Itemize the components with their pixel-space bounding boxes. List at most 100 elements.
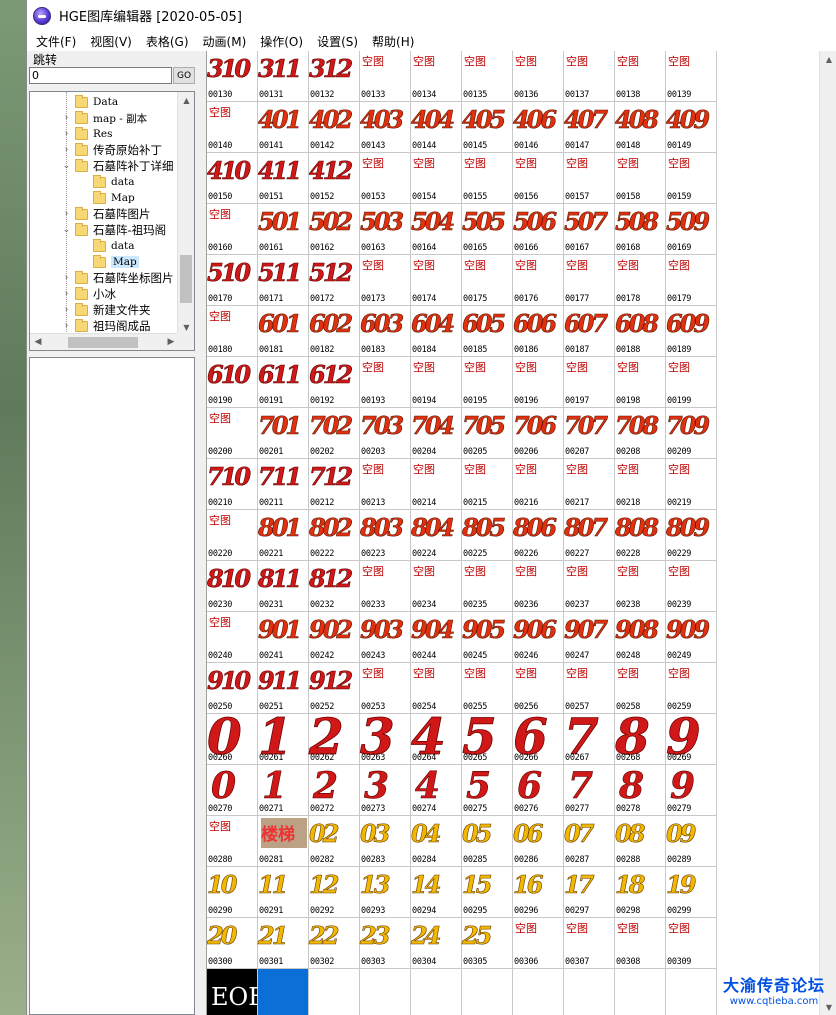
chevron-right-icon[interactable]: › <box>62 145 71 155</box>
grid-cell[interactable]: 807 00227 <box>564 510 615 561</box>
grid-cell[interactable]: 空图 00238 <box>615 561 666 612</box>
grid-cell[interactable]: 602 00182 <box>309 306 360 357</box>
tree-item[interactable]: ⌄ 石墓阵补丁详细 <box>62 158 174 174</box>
grid-cell[interactable]: 17 00297 <box>564 867 615 918</box>
grid-cell[interactable]: 空图 00177 <box>564 255 615 306</box>
grid-cell[interactable]: 512 00172 <box>309 255 360 306</box>
grid-cell[interactable]: 空图 00236 <box>513 561 564 612</box>
grid-cell[interactable]: 6 00276 <box>513 765 564 816</box>
grid-cell[interactable]: 空图 00193 <box>360 357 411 408</box>
grid-cell[interactable]: 805 00225 <box>462 510 513 561</box>
grid-cell[interactable]: 14 00294 <box>411 867 462 918</box>
grid-cell[interactable]: EOF <box>207 969 265 1015</box>
tree-item[interactable]: Data <box>62 94 118 110</box>
grid-cell[interactable]: 4 00274 <box>411 765 462 816</box>
grid-cell[interactable]: 20 00300 <box>207 918 258 969</box>
grid-cell[interactable] <box>564 969 615 1015</box>
grid-cell[interactable]: 03 00283 <box>360 816 411 867</box>
grid-cell[interactable]: 907 00247 <box>564 612 615 663</box>
grid-cell[interactable]: 空图 00237 <box>564 561 615 612</box>
grid-cell[interactable]: 空图 00240 <box>207 612 258 663</box>
grid-cell[interactable]: 空图 00214 <box>411 459 462 510</box>
grid-cell[interactable]: 02 00282 <box>309 816 360 867</box>
grid-cell[interactable]: 12 00292 <box>309 867 360 918</box>
scroll-left-icon[interactable]: ◀ <box>30 334 46 350</box>
grid-scroll-up-icon[interactable]: ▲ <box>820 51 836 67</box>
grid-cell[interactable]: 空图 00160 <box>207 204 258 255</box>
grid-cell[interactable]: 空图 00180 <box>207 306 258 357</box>
grid-cell[interactable]: 15 00295 <box>462 867 513 918</box>
grid-cell[interactable]: 412 00152 <box>309 153 360 204</box>
chevron-right-icon[interactable]: › <box>62 129 71 139</box>
grid-cell[interactable]: 空图 00307 <box>564 918 615 969</box>
grid-cell[interactable]: 空图 00135 <box>462 51 513 102</box>
grid-cell[interactable]: 空图 00139 <box>666 51 717 102</box>
grid-cell[interactable]: 空图 00219 <box>666 459 717 510</box>
grid-cell[interactable]: 808 00228 <box>615 510 666 561</box>
grid-cell[interactable]: 312 00132 <box>309 51 360 102</box>
grid-cell[interactable]: 702 00202 <box>309 408 360 459</box>
grid-cell[interactable]: 503 00163 <box>360 204 411 255</box>
menu-animation[interactable]: 动画(M) <box>196 33 254 50</box>
grid-cell[interactable]: 2 00272 <box>309 765 360 816</box>
grid-cell[interactable]: 空图 00153 <box>360 153 411 204</box>
grid-cell[interactable] <box>360 969 411 1015</box>
tree-item[interactable]: data <box>80 174 134 190</box>
grid-cell[interactable]: 906 00246 <box>513 612 564 663</box>
grid-cell[interactable]: 3 00273 <box>360 765 411 816</box>
grid-cell[interactable]: 空图 00136 <box>513 51 564 102</box>
grid-cell[interactable]: 空图 00176 <box>513 255 564 306</box>
grid-cell[interactable]: 空图 00235 <box>462 561 513 612</box>
grid-cell[interactable]: 空图 00137 <box>564 51 615 102</box>
grid-cell[interactable]: 空图 00154 <box>411 153 462 204</box>
tree-item[interactable]: › 传奇原始补丁 <box>62 142 162 158</box>
grid-cell[interactable]: 5 00265 <box>462 711 513 765</box>
grid-cell[interactable]: 712 00212 <box>309 459 360 510</box>
grid-cell[interactable]: 21 00301 <box>258 918 309 969</box>
grid-cell[interactable]: 空图 00233 <box>360 561 411 612</box>
grid-cell[interactable]: 7 00277 <box>564 765 615 816</box>
grid-cell[interactable]: 22 00302 <box>309 918 360 969</box>
menu-operation[interactable]: 操作(O) <box>253 33 310 50</box>
chevron-down-icon[interactable]: ⌄ <box>62 225 71 235</box>
grid-cell[interactable]: 401 00141 <box>258 102 309 153</box>
grid-cell[interactable]: 408 00148 <box>615 102 666 153</box>
grid-cell[interactable]: 705 00205 <box>462 408 513 459</box>
tree-item[interactable]: › 石墓阵图片 <box>62 206 151 222</box>
grid-cell[interactable]: 05 00285 <box>462 816 513 867</box>
go-button[interactable]: GO <box>173 67 195 84</box>
grid-cell[interactable]: 901 00241 <box>258 612 309 663</box>
grid-cell[interactable]: 空图 00174 <box>411 255 462 306</box>
grid-cell[interactable]: 908 00248 <box>615 612 666 663</box>
grid-cell[interactable]: 612 00192 <box>309 357 360 408</box>
grid-cell[interactable]: 902 00242 <box>309 612 360 663</box>
grid-cell[interactable]: 9 00279 <box>666 765 717 816</box>
grid-cell[interactable]: 18 00298 <box>615 867 666 918</box>
grid-cell[interactable]: 909 00249 <box>666 612 717 663</box>
grid-cell[interactable] <box>411 969 462 1015</box>
tree-item[interactable]: data <box>80 238 134 254</box>
grid-cell[interactable]: 509 00169 <box>666 204 717 255</box>
grid-cell[interactable]: 19 00299 <box>666 867 717 918</box>
grid-cell[interactable]: 402 00142 <box>309 102 360 153</box>
chevron-right-icon[interactable]: › <box>62 321 71 331</box>
grid-cell[interactable]: 2 00262 <box>309 711 360 765</box>
grid-cell[interactable]: 410 00150 <box>207 153 258 204</box>
grid-cell[interactable]: 空图 00159 <box>666 153 717 204</box>
grid-cell[interactable]: 711 00211 <box>258 459 309 510</box>
grid-cell[interactable]: 606 00186 <box>513 306 564 357</box>
tree-item[interactable]: › 石墓阵坐标图片 <box>62 270 174 286</box>
grid-cell[interactable]: 505 00165 <box>462 204 513 255</box>
tree-hscroll-thumb[interactable] <box>68 337 138 348</box>
tree-item[interactable]: ⌄ 石墓阵-祖玛阁 <box>62 222 166 238</box>
grid-cell[interactable]: 809 00229 <box>666 510 717 561</box>
tree-item[interactable]: › Res <box>62 126 113 142</box>
grid-cell[interactable]: 508 00168 <box>615 204 666 255</box>
tree-item[interactable]: Map <box>80 254 139 270</box>
grid-cell[interactable]: 13 00293 <box>360 867 411 918</box>
grid-cell[interactable]: 空图 00173 <box>360 255 411 306</box>
selected-empty-cell[interactable] <box>258 969 309 1015</box>
grid-cell[interactable]: 502 00162 <box>309 204 360 255</box>
grid-cell[interactable]: 空图 00200 <box>207 408 258 459</box>
grid-cell[interactable]: 710 00210 <box>207 459 258 510</box>
